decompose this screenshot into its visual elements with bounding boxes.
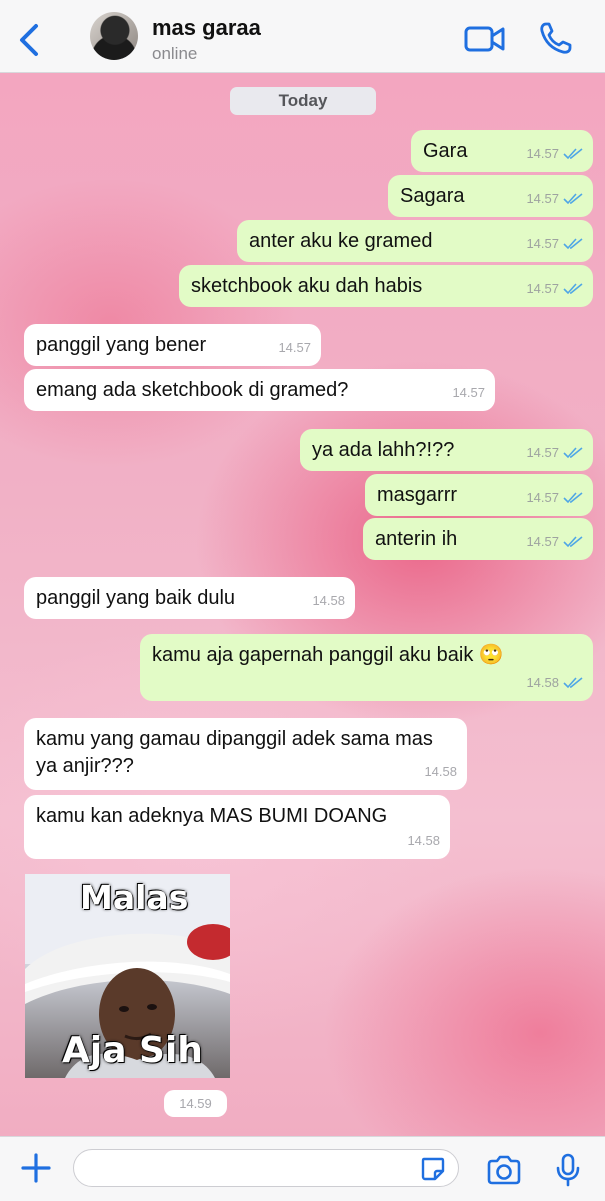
read-receipt-icon: [563, 147, 583, 159]
message-text: kamu yang gamau dipanggil adek sama mas …: [36, 728, 433, 777]
message-text: kamu kan adeknya MAS BUMI DOANG: [36, 805, 388, 827]
chat-header: mas garaa online: [0, 0, 605, 73]
message-meta: 14.58: [424, 758, 457, 785]
message-timestamp: 14.57: [526, 236, 559, 251]
incoming-message-bubble[interactable]: panggil yang bener 14.57: [24, 324, 321, 366]
message-timestamp: 14.57: [278, 340, 311, 355]
incoming-message-bubble[interactable]: panggil yang baik dulu 14.58: [24, 577, 355, 619]
incoming-message-bubble[interactable]: kamu yang gamau dipanggil adek sama mas …: [24, 718, 467, 790]
message-text: Gara: [423, 140, 468, 162]
message-meta: 14.58: [407, 827, 440, 854]
message-timestamp: 14.57: [526, 281, 559, 296]
message-meta: 14.57: [526, 140, 583, 167]
message-text: panggil yang bener: [36, 334, 207, 356]
outgoing-message-bubble[interactable]: sketchbook aku dah habis 14.57: [179, 265, 593, 307]
read-receipt-icon: [563, 237, 583, 249]
message-meta: 14.57: [526, 439, 583, 466]
message-text: masgarrr: [377, 484, 458, 506]
incoming-message-bubble[interactable]: emang ada sketchbook di gramed? 14.57: [24, 369, 495, 411]
contact-status: online: [152, 44, 198, 63]
message-meta: 14.58: [312, 587, 345, 614]
message-text: kamu aja gapernah panggil aku baik 🙄: [152, 644, 504, 666]
video-call-icon[interactable]: [464, 24, 506, 54]
message-timestamp: 14.57: [526, 445, 559, 460]
message-meta: 14.57: [526, 185, 583, 212]
message-meta: 14.57: [526, 275, 583, 302]
message-text: anterin ih: [375, 528, 458, 550]
outgoing-message-bubble[interactable]: anter aku ke gramed 14.57: [237, 220, 593, 262]
chevron-left-icon[interactable]: [14, 22, 44, 58]
message-timestamp: 14.58: [312, 593, 345, 608]
message-meta: 14.57: [526, 230, 583, 257]
message-text: anter aku ke gramed: [249, 230, 433, 252]
sticker-caption-bottom: Aja Sih: [62, 1030, 203, 1071]
message-meta: 14.58: [526, 669, 583, 696]
message-timestamp: 14.57: [526, 191, 559, 206]
message-text: Sagara: [400, 185, 465, 207]
read-receipt-icon: [563, 446, 583, 458]
outgoing-message-bubble[interactable]: kamu aja gapernah panggil aku baik 🙄 14.5…: [140, 634, 593, 701]
microphone-icon[interactable]: [556, 1153, 580, 1187]
message-timestamp: 14.57: [452, 385, 485, 400]
message-meta: 14.57: [278, 334, 311, 361]
read-receipt-icon: [563, 676, 583, 688]
message-timestamp: 14.57: [526, 534, 559, 549]
date-divider: Today: [230, 87, 376, 115]
message-text: ya ada lahh?!??: [312, 439, 455, 461]
message-timestamp: 14.57: [526, 146, 559, 161]
sticker-icon[interactable]: [420, 1156, 446, 1182]
read-receipt-icon: [563, 282, 583, 294]
contact-name[interactable]: mas garaa: [152, 15, 261, 41]
outgoing-message-bubble[interactable]: Gara 14.57: [411, 130, 593, 172]
camera-icon[interactable]: [486, 1155, 522, 1185]
outgoing-message-bubble[interactable]: masgarrr 14.57: [365, 474, 593, 516]
read-receipt-icon: [563, 192, 583, 204]
message-meta: 14.57: [526, 484, 583, 511]
phone-icon[interactable]: [538, 20, 574, 56]
message-text: sketchbook aku dah habis: [191, 275, 423, 297]
outgoing-message-bubble[interactable]: anterin ih 14.57: [363, 518, 593, 560]
outgoing-message-bubble[interactable]: ya ada lahh?!?? 14.57: [300, 429, 593, 471]
message-text: panggil yang baik dulu: [36, 587, 236, 609]
avatar[interactable]: [90, 12, 138, 60]
message-meta: 14.57: [526, 528, 583, 555]
input-bar: [0, 1136, 605, 1201]
incoming-message-bubble[interactable]: kamu kan adeknya MAS BUMI DOANG 14.58: [24, 795, 450, 859]
outgoing-message-bubble[interactable]: Sagara 14.57: [388, 175, 593, 217]
message-timestamp: 14.58: [526, 675, 559, 690]
message-timestamp: 14.57: [526, 490, 559, 505]
plus-icon[interactable]: [20, 1152, 52, 1184]
message-input[interactable]: [73, 1149, 459, 1187]
sticker-timestamp: 14.59: [164, 1090, 227, 1117]
sticker-caption-top: Malas: [80, 878, 189, 917]
message-timestamp: 14.58: [424, 764, 457, 779]
message-text: emang ada sketchbook di gramed?: [36, 379, 349, 401]
message-meta: 14.57: [452, 379, 485, 406]
message-timestamp: 14.58: [407, 833, 440, 848]
read-receipt-icon: [563, 535, 583, 547]
read-receipt-icon: [563, 491, 583, 503]
